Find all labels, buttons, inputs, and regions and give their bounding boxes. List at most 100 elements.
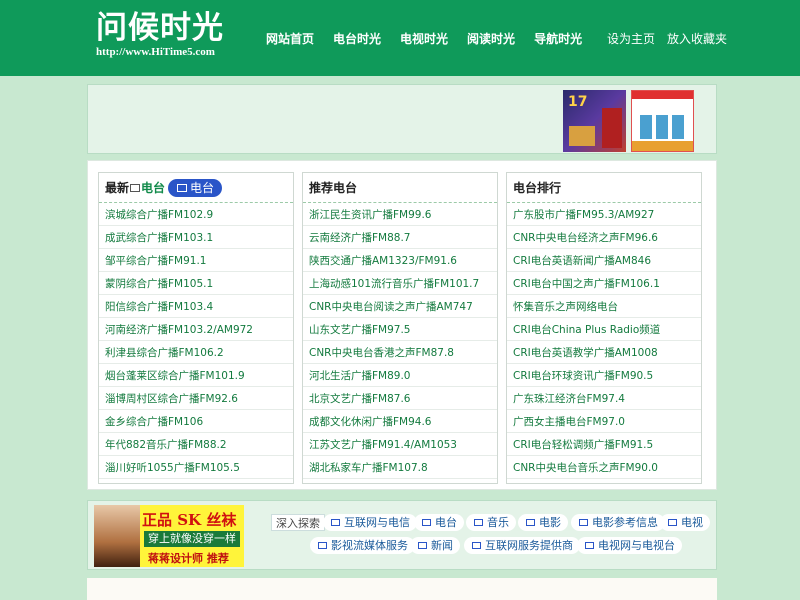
ad-bar: 17	[87, 84, 717, 154]
tag-tv-network[interactable]: 电视网与电视台	[577, 537, 682, 554]
radio-link[interactable]: CRI电台中国之声广播FM106.1	[513, 278, 660, 290]
radio-ranking-list: 广东股市广播FM95.3/AM927 CNR中央电台经济之声FM96.6 CRI…	[507, 203, 701, 479]
tag-label: 电视	[681, 516, 703, 529]
radio-link[interactable]: CRI电台英语新闻广播AM846	[513, 255, 651, 267]
radio-link[interactable]: 怀集音乐之声网络电台	[513, 301, 618, 313]
tag-news[interactable]: 新闻	[410, 537, 460, 554]
list-item: CNR中央电台音乐之声FM90.0	[507, 456, 701, 479]
tag-radio[interactable]: 电台	[414, 514, 464, 531]
tag-label: 电影参考信息	[592, 516, 658, 529]
radio-link[interactable]: 烟台蓬莱区综合广播FM101.9	[105, 370, 245, 382]
latest-radio-list: 滨城综合广播FM102.9 成武综合广播FM103.1 邹平综合广播FM91.1…	[99, 203, 293, 479]
radio-link[interactable]: CNR中央电台经济之声FM96.6	[513, 232, 658, 244]
radio-link[interactable]: 成武综合广播FM103.1	[105, 232, 213, 244]
radio-link[interactable]: CRI电台轻松调频广播FM91.5	[513, 439, 653, 451]
radio-link[interactable]: 云南经济广播FM88.7	[309, 232, 410, 244]
tag-movie-reference[interactable]: 电影参考信息	[571, 514, 665, 531]
list-item: CRI电台环球资讯广播FM90.5	[507, 364, 701, 387]
logo-url: http://www.HiTime5.com	[96, 46, 215, 58]
ad2-can-2	[656, 115, 668, 139]
radio-link[interactable]: 山东文艺广播FM97.5	[309, 324, 410, 336]
ad2-can-1	[640, 115, 652, 139]
tag-label: 电视网与电视台	[598, 539, 675, 552]
list-item: 金乡综合广播FM106	[99, 410, 293, 433]
ad2-footer	[632, 141, 693, 151]
radio-link[interactable]: 广东股市广播FM95.3/AM927	[513, 209, 654, 221]
main-nav: 网站首页 电台时光 电视时光 阅读时光 导航时光	[266, 30, 601, 47]
radio-tag-pill[interactable]: 电台	[168, 178, 223, 197]
radio-link[interactable]: 广西女主播电台FM97.0	[513, 416, 625, 428]
radio-link[interactable]: 北京文艺广播FM87.6	[309, 393, 410, 405]
list-item: CRI电台英语新闻广播AM846	[507, 249, 701, 272]
radio-link[interactable]: 湖北私家车广播FM107.8	[309, 462, 428, 474]
ad-banner-3[interactable]: 正品 SK 丝袜 穿上就像没穿一样 蒋蒋设计师 推荐	[94, 505, 244, 567]
image-icon	[472, 542, 481, 549]
list-item: 山东文艺广播FM97.5	[303, 318, 497, 341]
ad-banner-2[interactable]	[631, 90, 694, 152]
list-item: 利津县综合广播FM106.2	[99, 341, 293, 364]
image-icon	[526, 519, 535, 526]
tag-movie[interactable]: 电影	[518, 514, 568, 531]
radio-link[interactable]: 陕西交通广播AM1323/FM91.6	[309, 255, 457, 267]
radio-link[interactable]: 淄川好听1055广播FM105.5	[105, 462, 240, 474]
tag-streaming-media[interactable]: 影视流媒体服务	[310, 537, 415, 554]
list-item: 广东股市广播FM95.3/AM927	[507, 203, 701, 226]
set-homepage-link[interactable]: 设为主页	[607, 30, 655, 47]
radio-link[interactable]: 成都文化休闲广播FM94.6	[309, 416, 431, 428]
list-item: 云南经济广播FM88.7	[303, 226, 497, 249]
next-section	[87, 578, 717, 600]
radio-link[interactable]: 江苏文艺广播FM91.4/AM1053	[309, 439, 457, 451]
list-item: 阳信综合广播FM103.4	[99, 295, 293, 318]
ad3-photo	[94, 505, 140, 567]
ad-banner-1[interactable]: 17	[563, 90, 626, 152]
ad2-stripe	[632, 91, 693, 99]
radio-link[interactable]: CNR中央电台音乐之声FM90.0	[513, 462, 658, 474]
list-item: 上海动感101流行音乐广播FM101.7	[303, 272, 497, 295]
radio-link[interactable]: 河北生活广播FM89.0	[309, 370, 410, 382]
radio-link[interactable]: 年代882音乐广播FM88.2	[105, 439, 227, 451]
nav-home[interactable]: 网站首页	[266, 30, 314, 47]
tag-label: 音乐	[487, 516, 509, 529]
radio-link[interactable]: CRI电台英语教学广播AM1008	[513, 347, 658, 359]
ad3-slogan: 穿上就像没穿一样	[144, 531, 240, 547]
nav-reading[interactable]: 阅读时光	[467, 30, 515, 47]
add-favorites-link[interactable]: 放入收藏夹	[667, 30, 727, 47]
radio-link[interactable]: CNR中央电台阅读之声广播AM747	[309, 301, 473, 313]
radio-link[interactable]: 广东珠江经济台FM97.4	[513, 393, 625, 405]
radio-link[interactable]: 浙江民生资讯广播FM99.6	[309, 209, 431, 221]
tag-music[interactable]: 音乐	[466, 514, 516, 531]
radio-link[interactable]: 利津县综合广播FM106.2	[105, 347, 224, 359]
pill-label: 电台	[190, 180, 215, 195]
radio-link[interactable]: CRI电台China Plus Radio频道	[513, 324, 660, 336]
list-item: 滨城综合广播FM102.9	[99, 203, 293, 226]
nav-navigation[interactable]: 导航时光	[534, 30, 582, 47]
panel-header: 电台排行	[507, 173, 701, 203]
site-logo[interactable]: 问候时光 http://www.HiTime5.com	[96, 10, 224, 59]
list-item: 河北生活广播FM89.0	[303, 364, 497, 387]
radio-link[interactable]: 阳信综合广播FM103.4	[105, 301, 213, 313]
tag-tv[interactable]: 电视	[660, 514, 710, 531]
radio-link[interactable]: 淄博周村区综合广播FM92.6	[105, 393, 238, 405]
list-item: CNR中央电台经济之声FM96.6	[507, 226, 701, 249]
radio-link[interactable]: 上海动感101流行音乐广播FM101.7	[309, 278, 479, 290]
list-item: 成都文化休闲广播FM94.6	[303, 410, 497, 433]
ad1-product	[569, 126, 595, 146]
list-item: 烟台蓬莱区综合广播FM101.9	[99, 364, 293, 387]
list-item: 河南经济广播FM103.2/AM972	[99, 318, 293, 341]
image-icon	[579, 519, 588, 526]
radio-link[interactable]: CNR中央电台香港之声FM87.8	[309, 347, 454, 359]
radio-link[interactable]: CRI电台环球资讯广播FM90.5	[513, 370, 653, 382]
image-icon	[668, 519, 677, 526]
radio-link[interactable]: 金乡综合广播FM106	[105, 416, 203, 428]
list-item: CRI电台英语教学广播AM1008	[507, 341, 701, 364]
tag-isp[interactable]: 互联网服务提供商	[464, 537, 580, 554]
radio-link[interactable]: 河南经济广播FM103.2/AM972	[105, 324, 253, 336]
list-item: 蒙阴综合广播FM105.1	[99, 272, 293, 295]
radio-link[interactable]: 滨城综合广播FM102.9	[105, 209, 213, 221]
list-item: 淄川好听1055广播FM105.5	[99, 456, 293, 479]
radio-link[interactable]: 蒙阴综合广播FM105.1	[105, 278, 213, 290]
nav-tv[interactable]: 电视时光	[400, 30, 448, 47]
radio-link[interactable]: 邹平综合广播FM91.1	[105, 255, 206, 267]
tag-internet-telecom[interactable]: 互联网与电信	[323, 514, 417, 531]
nav-radio[interactable]: 电台时光	[333, 30, 381, 47]
